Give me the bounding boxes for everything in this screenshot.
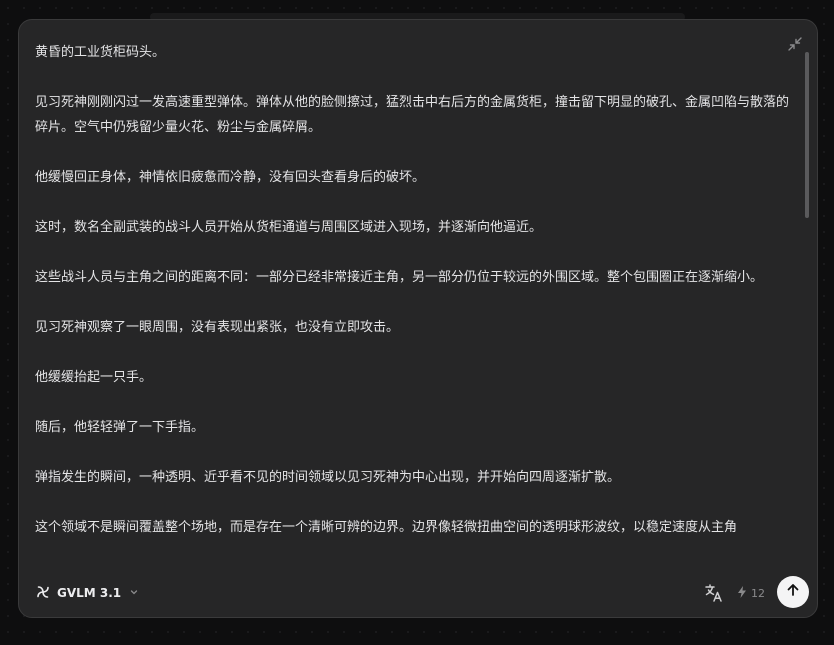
prompt-panel: 黄昏的工业货柜码头。 见习死神刚刚闪过一发高速重型弹体。弹体从他的脸侧擦过，猛烈… <box>18 19 818 618</box>
model-selector[interactable]: GVLM 3.1 <box>35 581 139 605</box>
paragraph: 这时，数名全副武装的战斗人员开始从货柜通道与周围区域进入现场，并逐渐向他逼近。 <box>35 220 543 235</box>
paragraph: 黄昏的工业货柜码头。 <box>35 45 166 60</box>
paragraph: 他缓慢回正身体，神情依旧疲惫而冷静，没有回头查看身后的破坏。 <box>35 170 426 185</box>
paragraph: 弹指发生的瞬间，一种透明、近乎看不见的时间领域以见习死神为中心出现，并开始向四周… <box>35 470 621 485</box>
paragraph: 随后，他轻轻弹了一下手指。 <box>35 420 205 435</box>
model-name: GVLM 3.1 <box>57 586 122 600</box>
paragraph: 见习死神刚刚闪过一发高速重型弹体。弹体从他的脸侧擦过，猛烈击中右后方的金属货柜，… <box>35 95 790 135</box>
composer-footer: GVLM 3.1 12 <box>19 569 817 617</box>
scrollbar-thumb[interactable] <box>805 52 809 218</box>
chevron-down-icon <box>129 586 139 600</box>
arrow-up-icon <box>785 582 801 602</box>
prompt-text-area[interactable]: 黄昏的工业货柜码头。 见习死神刚刚闪过一发高速重型弹体。弹体从他的脸侧擦过，猛烈… <box>35 40 793 580</box>
paragraph: 他缓缓抬起一只手。 <box>35 370 153 385</box>
paragraph: 见习死神观察了一眼周围，没有表现出紧张，也没有立即攻击。 <box>35 320 400 335</box>
resize-handle-icon[interactable] <box>806 606 814 617</box>
pinwheel-logo-icon <box>35 584 51 603</box>
send-button[interactable] <box>777 576 809 608</box>
paragraph: 这些战斗人员与主角之间的距离不同：一部分已经非常接近主角，另一部分仍位于较远的外… <box>35 270 764 285</box>
credits-indicator: 12 <box>737 584 765 602</box>
bolt-icon <box>737 585 747 601</box>
translate-icon[interactable] <box>703 582 725 604</box>
credits-count: 12 <box>751 586 765 600</box>
paragraph: 这个领域不是瞬间覆盖整个场地，而是存在一个清晰可辨的边界。边界像轻微扭曲空间的透… <box>35 520 738 535</box>
